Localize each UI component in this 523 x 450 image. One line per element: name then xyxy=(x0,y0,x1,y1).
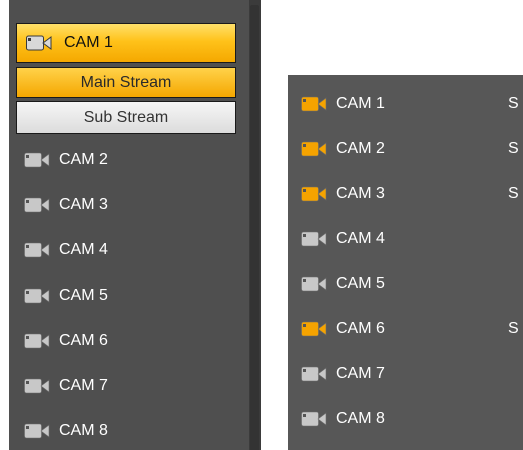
camera-item-selected[interactable]: CAM 1 xyxy=(16,23,236,63)
camera-icon xyxy=(301,141,327,157)
camera-item[interactable]: CAM 2 xyxy=(24,145,108,175)
camera-icon xyxy=(24,242,50,258)
camera-label: CAM 7 xyxy=(59,377,108,394)
camera-icon xyxy=(301,186,327,202)
camera-icon xyxy=(26,35,52,51)
camera-icon xyxy=(301,411,327,427)
camera-icon xyxy=(24,288,50,304)
camera-icon xyxy=(301,276,327,292)
camera-icon xyxy=(301,231,327,247)
camera-icon xyxy=(24,423,50,439)
camera-label: CAM 3 xyxy=(59,196,108,213)
camera-label: CAM 5 xyxy=(59,287,108,304)
camera-icon xyxy=(301,96,327,112)
camera-icon xyxy=(24,378,50,394)
camera-status-text: S xyxy=(508,320,519,337)
left-panel-scrollbar[interactable] xyxy=(249,0,261,450)
camera-label: CAM 5 xyxy=(336,275,385,292)
camera-label: CAM 1 xyxy=(336,95,385,112)
scrollbar-thumb[interactable] xyxy=(250,5,259,450)
camera-item[interactable]: CAM 5 xyxy=(301,269,385,299)
camera-status-text: S xyxy=(508,140,519,157)
camera-icon xyxy=(301,366,327,382)
camera-item[interactable]: CAM 7 xyxy=(24,371,108,401)
camera-label: CAM 3 xyxy=(336,185,385,202)
camera-label: CAM 2 xyxy=(59,151,108,168)
camera-label: CAM 8 xyxy=(336,410,385,427)
camera-icon xyxy=(24,152,50,168)
camera-item[interactable]: CAM 8 xyxy=(301,404,385,434)
sub-stream-option[interactable]: Sub Stream xyxy=(16,101,236,134)
camera-item[interactable]: CAM 8 xyxy=(24,416,108,446)
camera-icon xyxy=(24,197,50,213)
camera-label: CAM 8 xyxy=(59,422,108,439)
camera-item[interactable]: CAM 2 xyxy=(301,134,385,164)
main-stream-option[interactable]: Main Stream xyxy=(16,67,236,98)
camera-label: CAM 2 xyxy=(336,140,385,157)
camera-label: CAM 7 xyxy=(336,365,385,382)
camera-status-text: S xyxy=(508,95,519,112)
camera-item[interactable]: CAM 3 xyxy=(301,179,385,209)
camera-item[interactable]: CAM 4 xyxy=(301,224,385,254)
camera-item[interactable]: CAM 3 xyxy=(24,190,108,220)
camera-label: CAM 4 xyxy=(59,241,108,258)
camera-label: CAM 6 xyxy=(59,332,108,349)
camera-label: CAM 4 xyxy=(336,230,385,247)
right-camera-panel: CAM 1 S CAM 2 S CAM 3 S CAM 4 CAM 5 CAM 6 S CAM 7 C… xyxy=(288,75,523,450)
camera-item[interactable]: CAM 4 xyxy=(24,235,108,265)
camera-item[interactable]: CAM 6 xyxy=(301,314,385,344)
camera-item[interactable]: CAM 1 xyxy=(301,89,385,119)
camera-label: CAM 1 xyxy=(64,34,113,51)
camera-item[interactable]: CAM 7 xyxy=(301,359,385,389)
camera-status-text: S xyxy=(508,185,519,202)
camera-label: CAM 6 xyxy=(336,320,385,337)
camera-item[interactable]: CAM 5 xyxy=(24,281,108,311)
camera-icon xyxy=(301,321,327,337)
camera-icon xyxy=(24,333,50,349)
camera-item[interactable]: CAM 6 xyxy=(24,326,108,356)
